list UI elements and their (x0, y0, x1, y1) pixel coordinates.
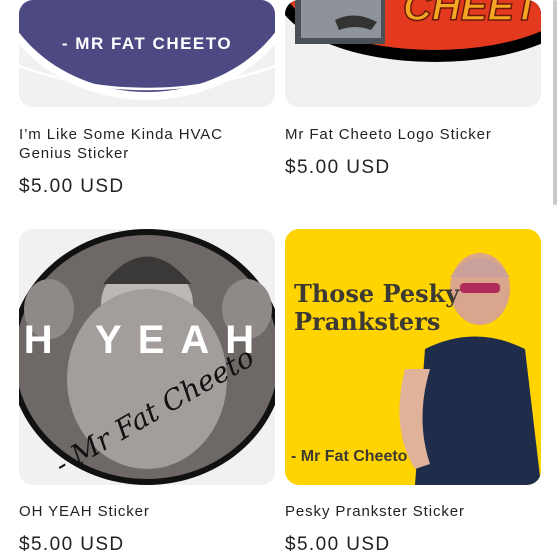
logo-sticker-image: CHEET (285, 0, 541, 107)
product-title[interactable]: Mr Fat Cheeto Logo Sticker (285, 125, 541, 144)
pesky-prankster-sticker-image: Those Pesky Pranksters - Mr Fat Cheeto (285, 229, 541, 485)
product-price: $5.00 USD (19, 176, 125, 197)
product-price: $5.00 USD (19, 534, 125, 555)
product-image-pesky-prankster[interactable]: Those Pesky Pranksters - Mr Fat Cheeto (285, 229, 541, 485)
product-price: $5.00 USD (285, 157, 391, 178)
hvac-sticker-image: - MR FAT CHEETO (19, 0, 275, 107)
logo-sticker-text: CHEET (403, 0, 541, 29)
scrollbar[interactable] (553, 0, 557, 205)
product-title[interactable]: I’m Like Some Kinda HVAC Genius Sticker (19, 125, 275, 163)
product-price: $5.00 USD (285, 534, 391, 555)
pesky-prankster-caption: - Mr Fat Cheeto (291, 448, 408, 465)
pesky-prankster-headline: Those Pesky Pranksters (294, 279, 460, 336)
hvac-sticker-text: - MR FAT CHEETO (62, 34, 232, 53)
product-title[interactable]: Pesky Prankster Sticker (285, 502, 541, 521)
oh-yeah-sticker-image: H YEAH - Mr Fat Cheeto (19, 229, 275, 485)
product-image-hvac[interactable]: - MR FAT CHEETO (19, 0, 275, 107)
product-image-logo[interactable]: CHEET (285, 0, 541, 107)
product-image-oh-yeah[interactable]: H YEAH - Mr Fat Cheeto (19, 229, 275, 485)
product-title[interactable]: OH YEAH Sticker (19, 502, 275, 521)
